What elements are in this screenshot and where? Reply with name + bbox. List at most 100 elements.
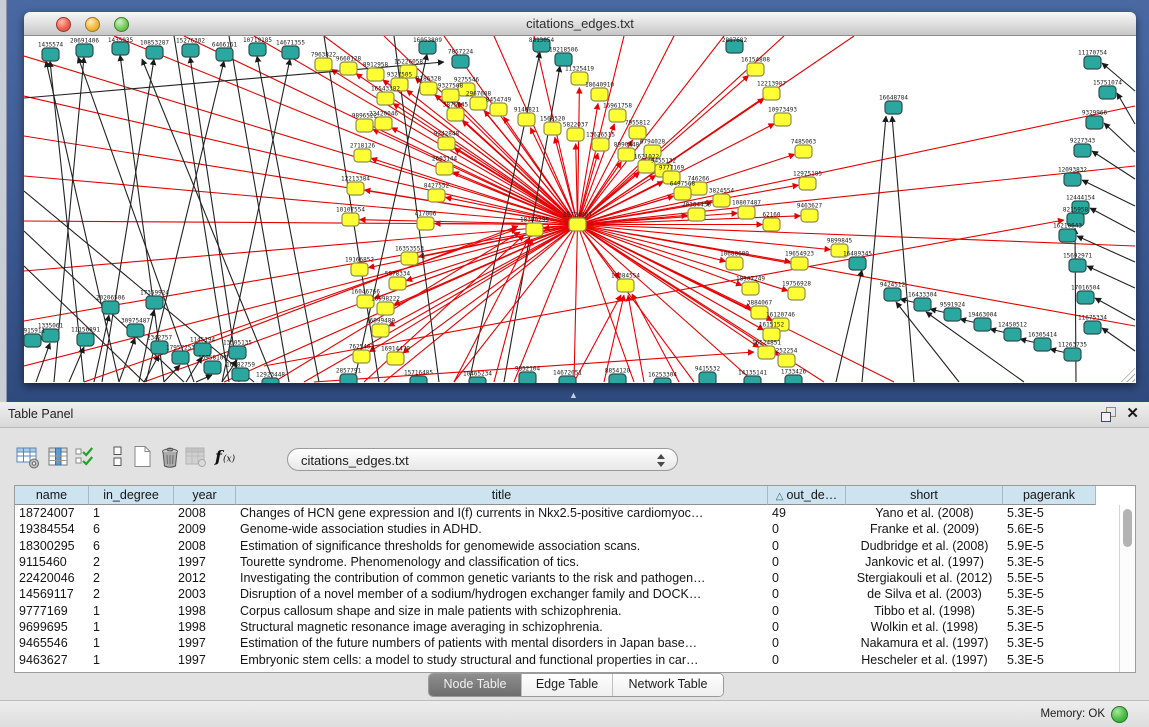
graph-node[interactable] xyxy=(788,287,805,300)
graph-node[interactable] xyxy=(420,82,437,95)
table-cell[interactable]: Wolkin et al. (1998) xyxy=(846,619,1003,635)
column-header-pagerank[interactable]: pagerank xyxy=(1003,486,1096,505)
delete-table-icon[interactable] xyxy=(183,444,209,470)
panel-splitter-handle[interactable]: ▲ xyxy=(569,391,578,400)
memory-status-indicator[interactable] xyxy=(1111,706,1128,723)
column-header-out_de[interactable]: △out_de… xyxy=(768,486,846,505)
network-window[interactable]: citations_edges.txt 79638229660128891295… xyxy=(24,12,1136,383)
network-canvas[interactable]: 7963822966012889129581522605893275058186… xyxy=(24,36,1136,383)
graph-node[interactable] xyxy=(742,282,759,295)
table-cell[interactable]: 22420046 xyxy=(15,570,89,586)
table-cell[interactable]: 0 xyxy=(768,603,846,619)
graph-node[interactable] xyxy=(654,378,671,383)
graph-node[interactable] xyxy=(417,217,434,230)
table-cell[interactable]: 2 xyxy=(89,586,174,602)
table-cell[interactable]: 5.3E-5 xyxy=(1003,586,1096,602)
graph-node[interactable] xyxy=(774,113,791,126)
graph-node[interactable] xyxy=(567,128,584,141)
table-row[interactable]: 1830029562008Estimation of significance … xyxy=(15,538,1135,554)
table-cell[interactable]: 2 xyxy=(89,554,174,570)
table-cell[interactable]: 9699695 xyxy=(15,619,89,635)
graph-node[interactable] xyxy=(849,257,866,270)
table-cell[interactable]: 2008 xyxy=(174,538,236,554)
table-cell[interactable]: 6 xyxy=(89,538,174,554)
tab-network-table[interactable]: Network Table xyxy=(613,674,723,696)
table-row[interactable]: 2242004622012Investigating the contribut… xyxy=(15,570,1135,586)
table-cell[interactable]: Hescheler et al. (1997) xyxy=(846,652,1003,668)
graph-node[interactable] xyxy=(372,324,389,337)
function-builder-icon[interactable]: f (x) xyxy=(213,444,239,470)
graph-node[interactable] xyxy=(1064,173,1081,186)
graph-node[interactable] xyxy=(387,352,404,365)
graph-node[interactable] xyxy=(1064,348,1081,361)
graph-node[interactable] xyxy=(785,375,802,383)
graph-node[interactable] xyxy=(763,87,780,100)
table-row[interactable]: 977716911998Corpus callosum shape and si… xyxy=(15,603,1135,619)
deselect-icon[interactable] xyxy=(105,444,131,470)
table-cell[interactable]: 5.3E-5 xyxy=(1003,505,1096,521)
table-cell[interactable]: 5.3E-5 xyxy=(1003,619,1096,635)
table-cell[interactable]: Tibbo et al. (1998) xyxy=(846,603,1003,619)
graph-node[interactable] xyxy=(944,308,961,321)
table-row[interactable]: 946362711997Embryonic stem cells: a mode… xyxy=(15,652,1135,668)
column-header-year[interactable]: year xyxy=(174,486,236,505)
graph-node[interactable] xyxy=(778,354,795,367)
table-cell[interactable]: 19384554 xyxy=(15,521,89,537)
graph-node[interactable] xyxy=(204,361,221,374)
graph-node[interactable] xyxy=(758,346,775,359)
graph-node[interactable] xyxy=(347,182,364,195)
graph-node[interactable] xyxy=(744,376,761,383)
graph-node[interactable] xyxy=(738,206,755,219)
graph-node[interactable] xyxy=(885,101,902,114)
table-cell[interactable]: 1997 xyxy=(174,652,236,668)
graph-node[interactable] xyxy=(699,372,716,383)
table-cell[interactable]: Tourette syndrome. Phenomenology and cla… xyxy=(236,554,768,570)
tab-node-table[interactable]: Node Table xyxy=(429,674,521,696)
graph-node[interactable] xyxy=(367,68,384,81)
table-cell[interactable]: Corpus callosum shape and size in male p… xyxy=(236,603,768,619)
graph-node[interactable] xyxy=(410,376,427,383)
table-cell[interactable]: de Silva et al. (2003) xyxy=(846,586,1003,602)
graph-node[interactable] xyxy=(377,302,394,315)
graph-node[interactable] xyxy=(232,368,249,381)
column-header-title[interactable]: title xyxy=(236,486,768,505)
graph-node[interactable] xyxy=(342,213,359,226)
table-cell[interactable]: Structural magnetic resonance image aver… xyxy=(236,619,768,635)
table-cell[interactable]: 1 xyxy=(89,652,174,668)
graph-node[interactable] xyxy=(617,279,634,292)
table-cell[interactable]: Dudbridge et al. (2008) xyxy=(846,538,1003,554)
table-cell[interactable]: 2012 xyxy=(174,570,236,586)
graph-node[interactable] xyxy=(447,108,464,121)
table-cell[interactable]: 0 xyxy=(768,619,846,635)
table-cell[interactable]: 1 xyxy=(89,635,174,651)
graph-node[interactable] xyxy=(1074,144,1091,157)
graph-node[interactable] xyxy=(747,63,764,76)
table-cell[interactable]: 9463627 xyxy=(15,652,89,668)
table-cell[interactable]: Changes of HCN gene expression and I(f) … xyxy=(236,505,768,521)
graph-node[interactable] xyxy=(884,288,901,301)
graph-node[interactable] xyxy=(763,218,780,231)
table-row[interactable]: 946554611997Estimation of the future num… xyxy=(15,635,1135,651)
graph-node[interactable] xyxy=(77,333,94,346)
graph-node[interactable] xyxy=(401,252,418,265)
table-selector-dropdown[interactable]: citations_edges.txt xyxy=(287,448,678,471)
graph-node[interactable] xyxy=(249,43,266,56)
table-cell[interactable]: Investigating the contribution of common… xyxy=(236,570,768,586)
table-cell[interactable]: 5.3E-5 xyxy=(1003,635,1096,651)
graph-node[interactable] xyxy=(713,194,730,207)
table-cell[interactable]: 1 xyxy=(89,619,174,635)
graph-node[interactable] xyxy=(42,48,59,61)
table-cell[interactable]: 2008 xyxy=(174,505,236,521)
table-cell[interactable]: Estimation of the future numbers of pati… xyxy=(236,635,768,651)
table-cell[interactable]: 0 xyxy=(768,554,846,570)
table-cell[interactable]: 6 xyxy=(89,521,174,537)
graph-node[interactable] xyxy=(592,138,609,151)
graph-node[interactable] xyxy=(436,162,453,175)
column-header-name[interactable]: name xyxy=(15,486,89,505)
graph-node[interactable] xyxy=(442,89,459,102)
graph-node[interactable] xyxy=(609,374,626,383)
show-columns-icon[interactable] xyxy=(46,444,72,470)
table-cell[interactable]: 14569117 xyxy=(15,586,89,602)
table-cell[interactable]: 0 xyxy=(768,570,846,586)
table-cell[interactable]: Jankovic et al. (1997) xyxy=(846,554,1003,570)
